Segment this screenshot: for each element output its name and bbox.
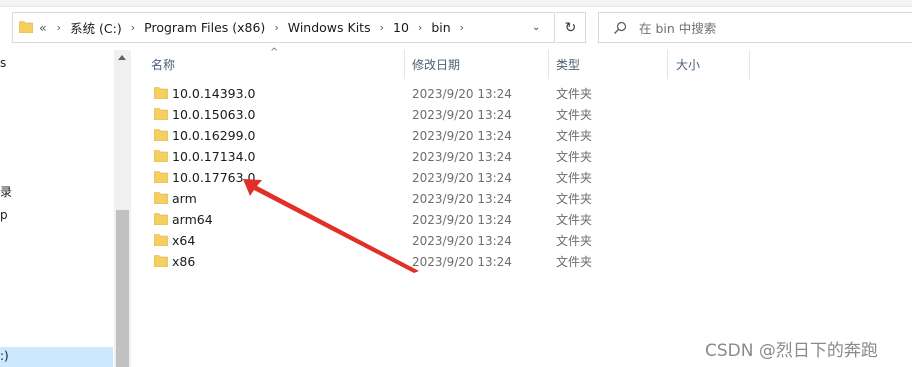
folder-icon: [154, 192, 168, 204]
file-type: 文件夹: [556, 150, 593, 164]
file-name: 10.0.17763.0: [172, 170, 256, 185]
file-date: 2023/9/20 13:24: [412, 212, 512, 227]
folder-icon: [154, 213, 168, 225]
folder-icon: [154, 87, 168, 99]
toolbar-strip: [0, 0, 912, 7]
file-type: 文件夹: [556, 87, 593, 101]
column-header-name[interactable]: 名称: [151, 50, 175, 79]
column-divider[interactable]: [548, 50, 549, 79]
chevron-right-icon[interactable]: ›: [380, 21, 384, 34]
file-name: x86: [172, 254, 196, 269]
watermark: CSDN @烈日下的奔跑: [705, 341, 878, 361]
file-type: 文件夹: [556, 234, 593, 248]
list-item[interactable]: arm 2023/9/20 13:24 文件夹: [150, 188, 750, 209]
breadcrumb-item-windows-kits[interactable]: Windows Kits: [288, 20, 371, 35]
list-item[interactable]: arm64 2023/9/20 13:24 文件夹: [150, 209, 750, 230]
refresh-icon: ↻: [564, 19, 577, 36]
list-item[interactable]: 10.0.15063.0 2023/9/20 13:24 文件夹: [150, 104, 750, 125]
scroll-up-arrow-icon[interactable]: [118, 55, 126, 60]
nav-item-fragment: :): [0, 349, 9, 363]
list-item[interactable]: 10.0.16299.0 2023/9/20 13:24 文件夹: [150, 125, 750, 146]
folder-icon: [154, 108, 168, 120]
breadcrumb-item-10[interactable]: 10: [393, 20, 409, 35]
file-date: 2023/9/20 13:24: [412, 128, 512, 143]
folder-icon: [154, 234, 168, 246]
chevron-down-icon[interactable]: ⌄: [532, 13, 540, 42]
scrollbar-thumb[interactable]: [116, 210, 129, 367]
file-date: 2023/9/20 13:24: [412, 191, 512, 206]
list-item[interactable]: x86 2023/9/20 13:24 文件夹: [150, 251, 750, 272]
column-header-date[interactable]: 修改日期: [412, 50, 460, 79]
column-divider[interactable]: [749, 50, 750, 79]
folder-icon: [154, 129, 168, 141]
file-date: 2023/9/20 13:24: [412, 149, 512, 164]
nav-item-fragment[interactable]: 录: [0, 183, 12, 200]
list-item[interactable]: 10.0.17763.0 2023/9/20 13:24 文件夹: [150, 167, 750, 188]
file-name: arm64: [172, 212, 213, 227]
breadcrumb-overflow[interactable]: «: [39, 20, 47, 35]
address-bar[interactable]: « › 系统 (C:) › Program Files (x86) › Wind…: [12, 12, 555, 43]
folder-icon: [154, 255, 168, 267]
file-date: 2023/9/20 13:24: [412, 170, 512, 185]
nav-item-fragment[interactable]: s: [0, 56, 6, 70]
folder-icon: [154, 150, 168, 162]
chevron-right-icon: ›: [56, 21, 62, 34]
search-input[interactable]: 在 bin 中搜索: [598, 12, 912, 43]
file-date: 2023/9/20 13:24: [412, 86, 512, 101]
column-header-size[interactable]: 大小: [676, 50, 700, 79]
folder-icon: [19, 21, 33, 33]
search-placeholder: 在 bin 中搜索: [639, 21, 717, 36]
search-icon: [614, 21, 627, 34]
chevron-right-icon[interactable]: ›: [460, 21, 464, 34]
file-name: 10.0.17134.0: [172, 149, 256, 164]
file-name: arm: [172, 191, 197, 206]
list-item[interactable]: 10.0.14393.0 2023/9/20 13:24 文件夹: [150, 83, 750, 104]
file-name: 10.0.15063.0: [172, 107, 256, 122]
breadcrumb-item-program-files[interactable]: Program Files (x86): [144, 20, 265, 35]
chevron-right-icon[interactable]: ›: [274, 21, 278, 34]
file-date: 2023/9/20 13:24: [412, 254, 512, 269]
list-item[interactable]: x64 2023/9/20 13:24 文件夹: [150, 230, 750, 251]
sort-ascending-icon: ^: [270, 47, 279, 58]
file-type: 文件夹: [556, 129, 593, 143]
breadcrumb-item-bin[interactable]: bin: [431, 20, 450, 35]
file-type: 文件夹: [556, 192, 593, 206]
nav-item-fragment[interactable]: p: [0, 208, 8, 222]
navigation-pane: s 录 p :): [0, 50, 131, 367]
file-type: 文件夹: [556, 171, 593, 185]
file-date: 2023/9/20 13:24: [412, 107, 512, 122]
file-type: 文件夹: [556, 255, 593, 269]
refresh-button[interactable]: ↻: [556, 12, 586, 43]
folder-icon: [154, 171, 168, 183]
nav-scrollbar[interactable]: [114, 50, 131, 367]
column-divider[interactable]: [667, 50, 668, 79]
chevron-right-icon[interactable]: ›: [418, 21, 422, 34]
breadcrumb: « › 系统 (C:) › Program Files (x86) › Wind…: [39, 13, 473, 42]
file-name: x64: [172, 233, 196, 248]
column-divider[interactable]: [404, 50, 405, 79]
file-type: 文件夹: [556, 108, 593, 122]
list-item[interactable]: 10.0.17134.0 2023/9/20 13:24 文件夹: [150, 146, 750, 167]
chevron-right-icon[interactable]: ›: [131, 21, 135, 34]
file-date: 2023/9/20 13:24: [412, 233, 512, 248]
nav-item-selected[interactable]: :): [0, 347, 113, 367]
breadcrumb-item-drive[interactable]: 系统 (C:): [70, 18, 122, 37]
file-type: 文件夹: [556, 213, 593, 227]
column-header-type[interactable]: 类型: [556, 50, 580, 79]
file-name: 10.0.16299.0: [172, 128, 256, 143]
file-name: 10.0.14393.0: [172, 86, 256, 101]
